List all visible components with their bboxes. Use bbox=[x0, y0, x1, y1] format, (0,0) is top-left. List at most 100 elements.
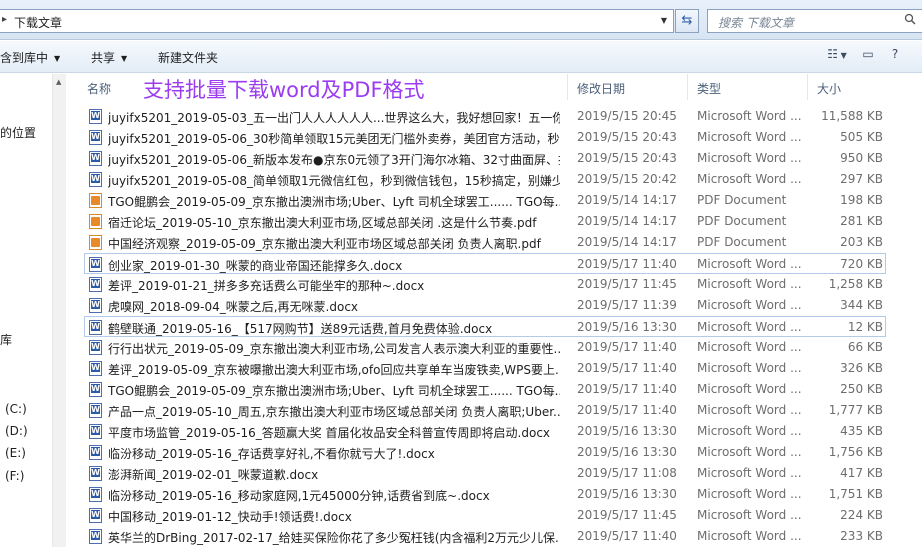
file-date: 2019/5/16 13:30 bbox=[577, 487, 677, 501]
view-list-icon: ☷ bbox=[827, 47, 839, 61]
address-dropdown-icon[interactable]: ▼ bbox=[657, 12, 671, 30]
file-row[interactable]: 产品一点_2019-05-10_周五,京东撤出澳大利亚市场区域总部关闭 负责人离… bbox=[85, 400, 885, 421]
file-row[interactable]: juyifx5201_2019-05-03_五一出门人人人人人人...世界这么大… bbox=[85, 106, 885, 127]
file-type: Microsoft Word ... bbox=[697, 277, 802, 291]
file-row[interactable]: 鹤壁联通_2019-05-16_【517网购节】送89元话费,首月免费体验.do… bbox=[84, 316, 886, 337]
nav-item-recent-places[interactable]: 的位置 bbox=[0, 124, 36, 141]
file-row[interactable]: juyifx5201_2019-05-08_简单领取1元微信红包，秒到微信钱包，… bbox=[85, 169, 885, 190]
nav-scrollbar[interactable]: ▲ bbox=[52, 74, 66, 547]
word-file-icon bbox=[89, 257, 102, 272]
nav-item-drive-f[interactable]: (F:) bbox=[5, 469, 24, 483]
file-row[interactable]: TGO鲲鹏会_2019-05-09_京东撤出澳洲市场;Uber、Lyft 司机全… bbox=[85, 379, 885, 400]
search-icon[interactable] bbox=[904, 13, 916, 25]
view-options-button[interactable]: ☷ ▼ bbox=[822, 47, 852, 67]
column-header-date[interactable]: 修改日期 bbox=[577, 80, 625, 97]
file-date: 2019/5/17 11:40 bbox=[577, 403, 677, 417]
file-date: 2019/5/17 11:45 bbox=[577, 277, 677, 291]
breadcrumb-current[interactable]: 下载文章 bbox=[14, 14, 62, 31]
file-date: 2019/5/17 11:40 bbox=[577, 529, 677, 543]
word-file-icon bbox=[89, 172, 102, 187]
column-divider[interactable] bbox=[687, 74, 688, 100]
file-date: 2019/5/17 11:40 bbox=[577, 340, 677, 354]
breadcrumb-chevron-icon[interactable]: ▸ bbox=[2, 14, 7, 25]
file-row[interactable]: 行行出状元_2019-05-09_京东撤出澳大利亚市场,公司发言人表示澳大利亚的… bbox=[85, 337, 885, 358]
file-name: 中国移动_2019-01-12_快动手!领话费!.docx bbox=[108, 510, 352, 524]
file-size: 326 KB bbox=[840, 361, 883, 375]
file-size: 505 KB bbox=[840, 130, 883, 144]
include-in-library-button[interactable]: 含到库中 ▼ bbox=[0, 49, 60, 66]
file-row[interactable]: 澎湃新闻_2019-02-01_咪蒙道歉.docx 2019/5/17 11:08… bbox=[85, 463, 885, 484]
nav-item-drive-c[interactable]: (C:) bbox=[5, 402, 27, 416]
word-file-icon bbox=[89, 382, 102, 397]
share-button[interactable]: 共享 ▼ bbox=[91, 49, 127, 66]
file-date: 2019/5/17 11:39 bbox=[577, 298, 677, 312]
word-file-icon bbox=[89, 529, 102, 544]
share-label: 共享 bbox=[91, 51, 116, 65]
file-size: 1,258 KB bbox=[828, 277, 883, 291]
file-size: 233 KB bbox=[840, 529, 883, 543]
word-file-icon bbox=[89, 130, 102, 145]
file-date: 2019/5/17 11:40 bbox=[577, 361, 677, 375]
column-header-name[interactable]: 名称 bbox=[87, 80, 111, 97]
scroll-up-icon[interactable]: ▲ bbox=[56, 78, 61, 86]
file-row[interactable]: 虎嗅网_2018-09-04_咪蒙之后,再无咪蒙.docx 2019/5/17 1… bbox=[85, 295, 885, 316]
file-row[interactable]: 中国移动_2019-01-12_快动手!领话费!.docx 2019/5/17 1… bbox=[85, 505, 885, 526]
nav-item-libraries[interactable]: 库 bbox=[0, 331, 12, 348]
file-row[interactable]: 宿迁论坛_2019-05-10_京东撤出澳大利亚市场,区域总部关闭 .这是什么节… bbox=[85, 211, 885, 232]
word-file-icon bbox=[89, 487, 102, 502]
file-row[interactable]: juyifx5201_2019-05-06_30秒简单领取15元美团无门槛外卖券… bbox=[85, 127, 885, 148]
column-header-type[interactable]: 类型 bbox=[697, 80, 721, 97]
file-row[interactable]: 临汾移动_2019-05-16_移动家庭网,1元45000分钟,话费省到底~.d… bbox=[85, 484, 885, 505]
file-row[interactable]: juyifx5201_2019-05-06_新版本发布●京东0元领了3开门海尔冰… bbox=[85, 148, 885, 169]
new-folder-button[interactable]: 新建文件夹 bbox=[158, 49, 218, 66]
nav-item-drive-d[interactable]: (D:) bbox=[5, 424, 28, 438]
file-type: Microsoft Word ... bbox=[697, 403, 802, 417]
file-row[interactable]: 差评_2019-01-21_拼多多充话费么可能坐牢的那种~.docx 2019/5… bbox=[85, 274, 885, 295]
pdf-file-icon bbox=[89, 214, 102, 229]
file-size: 11,588 KB bbox=[821, 109, 883, 123]
file-name: 差评_2019-05-09_京东被曝撤出澳大利亚市场,ofo回应共享单车当废铁卖… bbox=[108, 363, 560, 377]
file-name: 澎湃新闻_2019-02-01_咪蒙道歉.docx bbox=[108, 468, 319, 482]
word-file-icon bbox=[89, 320, 102, 335]
word-file-icon bbox=[89, 466, 102, 481]
file-row[interactable]: 差评_2019-05-09_京东被曝撤出澳大利亚市场,ofo回应共享单车当废铁卖… bbox=[85, 358, 885, 379]
file-size: 417 KB bbox=[840, 466, 883, 480]
file-row[interactable]: 英华兰的DrBing_2017-02-17_给娃买保险你花了多少冤枉钱(内含福利… bbox=[85, 526, 885, 547]
help-button[interactable]: ? bbox=[884, 47, 906, 67]
file-row[interactable]: 平度市场监管_2019-05-16_答题赢大奖 首届化妆品安全科普宣传周即将启动… bbox=[85, 421, 885, 442]
nav-item-drive-e[interactable]: (E:) bbox=[5, 446, 26, 460]
file-row[interactable]: 临汾移动_2019-05-16_存话费享好礼,不看你就亏大了!.docx 2019… bbox=[85, 442, 885, 463]
file-date: 2019/5/15 20:43 bbox=[577, 151, 677, 165]
column-header-size[interactable]: 大小 bbox=[817, 80, 841, 97]
word-file-icon bbox=[89, 508, 102, 523]
file-name: 平度市场监管_2019-05-16_答题赢大奖 首届化妆品安全科普宣传周即将启动… bbox=[108, 426, 551, 440]
chevron-down-icon: ▼ bbox=[838, 51, 847, 60]
file-type: Microsoft Word ... bbox=[697, 130, 802, 144]
search-box[interactable]: 搜索 下载文章 bbox=[707, 9, 922, 33]
file-row[interactable]: 中国经济观察_2019-05-09_京东撤出澳大利亚市场区域总部关闭 负责人离职… bbox=[85, 232, 885, 253]
refresh-icon: ⇆ bbox=[681, 13, 693, 28]
file-type: Microsoft Word ... bbox=[697, 466, 802, 480]
column-divider[interactable] bbox=[567, 74, 568, 100]
column-divider[interactable] bbox=[807, 74, 808, 100]
file-row[interactable]: TGO鲲鹏会_2019-05-09_京东撤出澳洲市场;Uber、Lyft 司机全… bbox=[85, 190, 885, 211]
file-type: Microsoft Word ... bbox=[697, 508, 802, 522]
file-type: Microsoft Word ... bbox=[697, 151, 802, 165]
search-placeholder: 搜索 下载文章 bbox=[718, 16, 794, 30]
preview-pane-button[interactable]: ▭ bbox=[857, 47, 879, 67]
word-file-icon bbox=[89, 403, 102, 418]
file-type: Microsoft Word ... bbox=[697, 340, 802, 354]
file-date: 2019/5/14 14:17 bbox=[577, 193, 677, 207]
file-name: 创业家_2019-01-30_咪蒙的商业帝国还能撑多久.docx bbox=[108, 259, 403, 273]
refresh-button[interactable]: ⇆ bbox=[675, 9, 699, 33]
file-type: Microsoft Word ... bbox=[697, 172, 802, 186]
command-bar: 含到库中 ▼ 共享 ▼ 新建文件夹 ☷ ▼ ▭ ? bbox=[0, 41, 922, 73]
file-size: 203 KB bbox=[840, 235, 883, 249]
help-icon: ? bbox=[891, 47, 899, 61]
address-bar[interactable]: ▸ 下载文章 ▼ bbox=[0, 9, 674, 33]
file-row[interactable]: 创业家_2019-01-30_咪蒙的商业帝国还能撑多久.docx 2019/5/1… bbox=[84, 253, 886, 274]
file-type: Microsoft Word ... bbox=[697, 298, 802, 312]
file-name: juyifx5201_2019-05-06_新版本发布●京东0元领了3开门海尔冰… bbox=[108, 153, 560, 167]
file-name: TGO鲲鹏会_2019-05-09_京东撤出澳洲市场;Uber、Lyft 司机全… bbox=[108, 384, 560, 398]
file-name: 差评_2019-01-21_拼多多充话费么可能坐牢的那种~.docx bbox=[108, 279, 425, 293]
